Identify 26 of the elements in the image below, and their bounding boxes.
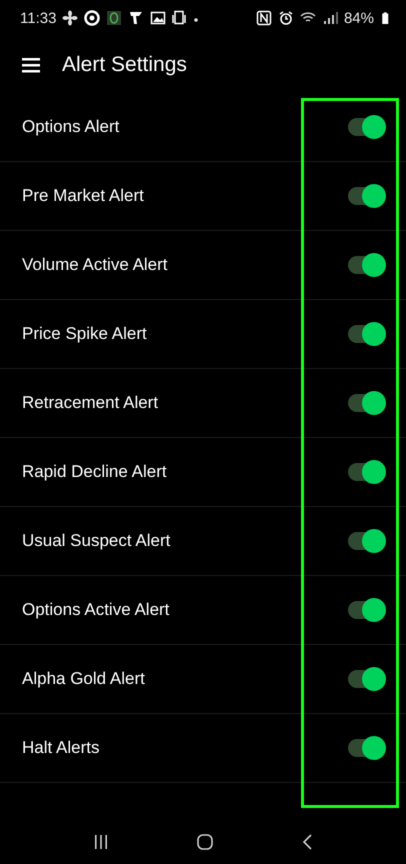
alert-label: Alpha Gold Alert <box>22 669 145 689</box>
alert-label: Options Active Alert <box>22 600 170 620</box>
alert-label: Pre Market Alert <box>22 186 144 206</box>
alert-label: Rapid Decline Alert <box>22 462 167 482</box>
menu-icon[interactable] <box>22 56 42 72</box>
alert-label: Halt Alerts <box>22 738 100 758</box>
nfc-icon <box>256 10 272 26</box>
alert-label: Retracement Alert <box>22 393 158 413</box>
app-icon <box>106 10 122 26</box>
alert-label: Usual Suspect Alert <box>22 531 170 551</box>
status-time: 11:33 <box>20 10 56 26</box>
back-icon[interactable] <box>300 833 313 851</box>
screen-title: Alert Settings <box>62 52 187 76</box>
recent-apps-icon[interactable] <box>93 834 110 850</box>
alert-label: Volume Active Alert <box>22 255 168 275</box>
alert-label: Price Spike Alert <box>22 324 147 344</box>
dot-icon <box>194 18 198 22</box>
image-icon <box>150 10 166 26</box>
pinwheel-icon <box>62 10 78 26</box>
target-icon <box>84 10 100 26</box>
signal-icon <box>322 10 338 26</box>
alarm-icon <box>278 10 294 26</box>
alert-label: Options Alert <box>22 117 120 137</box>
battery-percent: 84% <box>344 10 374 26</box>
device-icon <box>172 10 188 26</box>
home-icon[interactable] <box>196 833 214 851</box>
